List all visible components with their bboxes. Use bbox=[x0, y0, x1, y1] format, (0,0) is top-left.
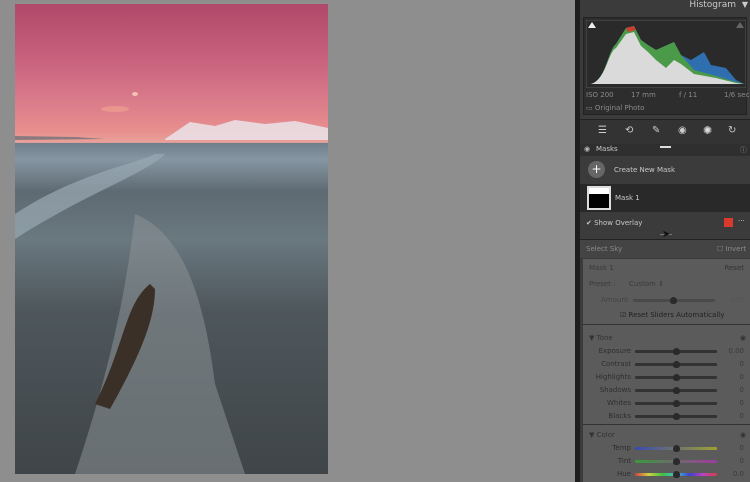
preset-dropdown[interactable]: Custom ⇕ bbox=[629, 280, 664, 288]
reset-sliders-label: Reset Sliders Automatically bbox=[628, 311, 725, 319]
amount-value: 100 bbox=[730, 296, 744, 304]
show-overlay-checkbox[interactable]: ✔ Show Overlay bbox=[586, 219, 642, 227]
photo-box-icon: ▭ bbox=[586, 104, 593, 112]
exposure-label: Exposure bbox=[598, 347, 631, 355]
mask-panel-title: Mask 1 bbox=[589, 264, 614, 272]
photo-image bbox=[15, 92, 328, 474]
contrast-label: Contrast bbox=[601, 360, 631, 368]
right-panel: Histogram ▼ ISO 200 17 mm f / 11 1/6 sec… bbox=[575, 0, 750, 482]
preset-label: Preset : bbox=[589, 280, 616, 288]
histogram-chart bbox=[586, 20, 746, 88]
exposure-slider-thumb[interactable] bbox=[673, 348, 680, 355]
preset-value: Custom bbox=[629, 280, 656, 288]
whites-label: Whites bbox=[606, 399, 631, 407]
plus-icon: + bbox=[588, 161, 605, 178]
contrast-value: 0 bbox=[739, 360, 744, 368]
tint-value: 0 bbox=[739, 457, 744, 465]
edit-icon[interactable]: ☰ bbox=[598, 125, 607, 136]
more-options-icon[interactable]: ··· bbox=[738, 217, 745, 225]
exposure-value: 0.00 bbox=[728, 347, 744, 355]
temp-slider-thumb[interactable] bbox=[673, 445, 680, 452]
original-photo-label: Original Photo bbox=[594, 104, 645, 112]
contrast-slider-thumb[interactable] bbox=[673, 361, 680, 368]
create-new-mask-button[interactable]: + Create New Mask bbox=[580, 158, 750, 182]
blacks-label: Blacks bbox=[608, 412, 631, 420]
divider bbox=[583, 424, 750, 425]
redeye-icon[interactable]: ◉ bbox=[678, 125, 687, 136]
divider bbox=[583, 324, 750, 325]
mask-thumbnail bbox=[587, 186, 611, 210]
invert-label: Invert bbox=[725, 245, 747, 253]
tint-slider[interactable] bbox=[635, 458, 717, 465]
original-photo-toggle[interactable]: ▭ Original Photo bbox=[586, 104, 644, 112]
color-eye-icon[interactable]: ◉ bbox=[740, 431, 746, 439]
hue-slider-thumb[interactable] bbox=[673, 471, 680, 478]
contrast-slider[interactable] bbox=[635, 361, 717, 368]
mouse-cursor-icon: ➤ bbox=[662, 229, 671, 240]
photo-canvas[interactable] bbox=[15, 4, 328, 474]
iso-value: ISO 200 bbox=[586, 91, 614, 99]
overlay-color-swatch[interactable] bbox=[724, 218, 733, 227]
amount-slider-thumb[interactable] bbox=[670, 297, 677, 304]
heal-icon[interactable]: ✎ bbox=[652, 125, 660, 136]
invert-checkbox[interactable]: ☐ Invert bbox=[717, 245, 746, 253]
collapse-handle[interactable] bbox=[660, 146, 671, 148]
histogram-title: Histogram bbox=[689, 0, 736, 10]
temp-value: 0 bbox=[739, 444, 744, 452]
hue-label: Hue bbox=[616, 470, 631, 478]
blacks-slider[interactable] bbox=[635, 413, 717, 420]
mask-name: Mask 1 bbox=[615, 194, 640, 202]
selection-row: Select Sky ☐ Invert bbox=[580, 239, 750, 258]
focal-length: 17 mm bbox=[631, 91, 656, 99]
show-overlay-label: Show Overlay bbox=[594, 219, 643, 227]
blacks-slider-thumb[interactable] bbox=[673, 413, 680, 420]
shadows-slider[interactable] bbox=[635, 387, 717, 394]
tint-slider-thumb[interactable] bbox=[673, 458, 680, 465]
aperture: f / 11 bbox=[679, 91, 698, 99]
amount-slider[interactable] bbox=[633, 297, 715, 304]
create-new-mask-label: Create New Mask bbox=[614, 166, 676, 174]
mask-adjustments: Mask 1 Reset Preset : Custom ⇕ Amount 10… bbox=[583, 259, 750, 482]
hue-slider[interactable] bbox=[635, 471, 717, 478]
whites-slider-thumb[interactable] bbox=[673, 400, 680, 407]
dropdown-arrows-icon: ⇕ bbox=[658, 280, 664, 288]
hue-value: 0.0 bbox=[732, 470, 744, 478]
color-section-header[interactable]: ▼ Color bbox=[589, 431, 615, 439]
reset-sliders-checkbox[interactable]: ☑ Reset Sliders Automatically bbox=[620, 311, 724, 319]
temp-slider[interactable] bbox=[635, 445, 717, 452]
crop-icon[interactable]: ⟲ bbox=[625, 125, 633, 136]
amount-label: Amount bbox=[601, 296, 629, 304]
whites-value: 0 bbox=[739, 399, 744, 407]
presets-icon[interactable]: ↻ bbox=[728, 125, 736, 136]
exposure-slider[interactable] bbox=[635, 348, 717, 355]
tool-strip: ☰ ⟲ ✎ ◉ ✺ ↻ bbox=[580, 119, 750, 144]
tone-section-header[interactable]: ▼ Tone bbox=[589, 334, 613, 342]
tone-eye-icon[interactable]: ◉ bbox=[740, 334, 746, 342]
tone-title: Tone bbox=[596, 334, 613, 342]
collapse-triangle-icon[interactable]: ▼ bbox=[742, 0, 748, 9]
highlights-value: 0 bbox=[739, 373, 744, 381]
highlights-slider[interactable] bbox=[635, 374, 717, 381]
help-icon[interactable]: ⓘ bbox=[740, 145, 747, 155]
highlights-slider-thumb[interactable] bbox=[673, 374, 680, 381]
shadows-label: Shadows bbox=[599, 386, 631, 394]
mask-list-item[interactable]: Mask 1 bbox=[580, 184, 750, 212]
masking-icon[interactable]: ✺ bbox=[703, 124, 712, 137]
masks-header: ◉ Masks ⓘ bbox=[580, 144, 750, 156]
shutter-speed: 1/6 sec bbox=[724, 91, 750, 99]
shadows-slider-thumb[interactable] bbox=[673, 387, 680, 394]
visibility-eye-icon[interactable]: ◉ bbox=[584, 145, 590, 153]
temp-label: Temp bbox=[612, 444, 631, 452]
masks-title: Masks bbox=[596, 145, 618, 153]
reset-button[interactable]: Reset bbox=[724, 264, 744, 272]
tint-label: Tint bbox=[617, 457, 631, 465]
blacks-value: 0 bbox=[739, 412, 744, 420]
color-title: Color bbox=[596, 431, 615, 439]
shadows-value: 0 bbox=[739, 386, 744, 394]
highlights-label: Highlights bbox=[595, 373, 631, 381]
selection-type: Select Sky bbox=[586, 245, 623, 253]
histogram[interactable]: ISO 200 17 mm f / 11 1/6 sec ▭ Original … bbox=[583, 17, 750, 115]
whites-slider[interactable] bbox=[635, 400, 717, 407]
